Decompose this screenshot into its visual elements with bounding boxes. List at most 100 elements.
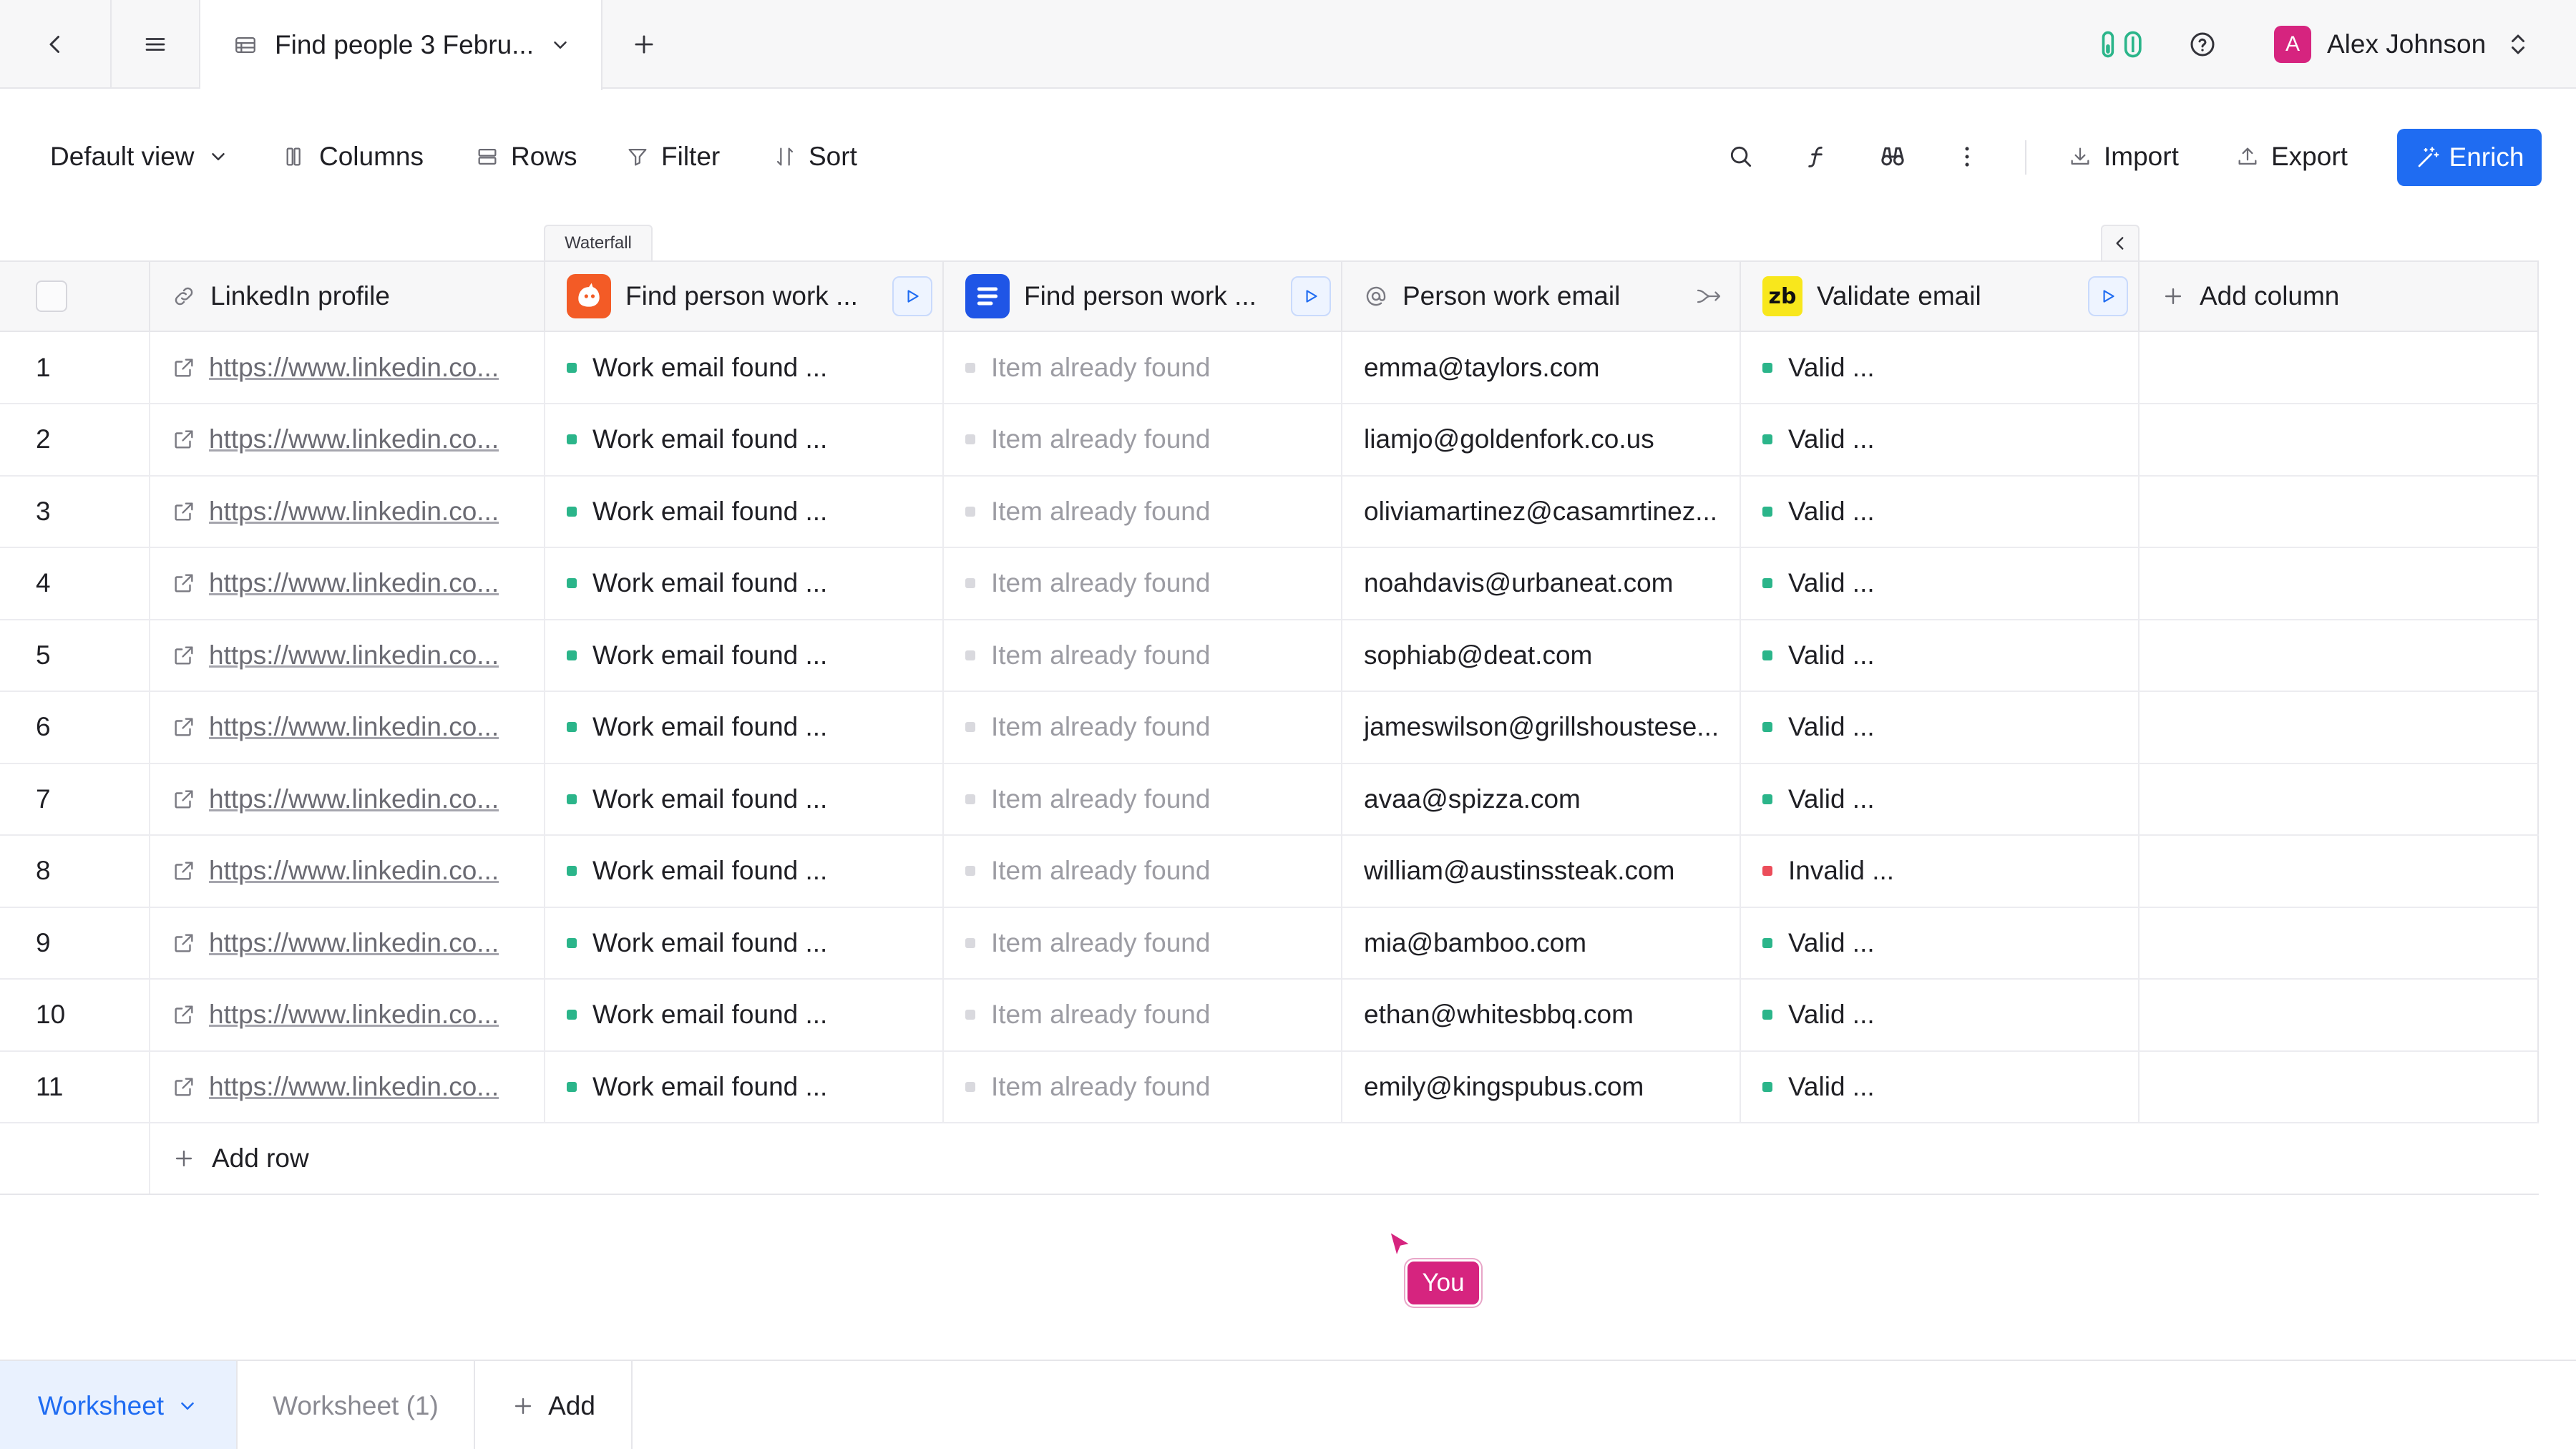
external-link-icon[interactable] [172, 715, 196, 739]
external-link-icon[interactable] [172, 1002, 196, 1027]
linkedin-cell[interactable]: https://www.linkedin.co... [150, 835, 545, 907]
table-row[interactable]: 1 https://www.linkedin.co... Work email fo… [0, 332, 2539, 404]
empty-cell[interactable] [2140, 691, 2539, 763]
find-person-1-cell[interactable]: Work email found ... [545, 332, 944, 403]
external-link-icon[interactable] [172, 787, 196, 811]
run-column-button[interactable] [892, 276, 932, 316]
table-row[interactable]: 3 https://www.linkedin.co... Work email fo… [0, 476, 2539, 548]
credits-indicator[interactable] [2097, 0, 2150, 89]
linkedin-cell[interactable]: https://www.linkedin.co... [150, 907, 545, 978]
email-cell[interactable]: emily@kingspubus.com [1342, 1051, 1741, 1122]
sort-button[interactable]: Sort [773, 126, 857, 187]
external-link-icon[interactable] [172, 643, 196, 668]
find-replace-button[interactable] [1869, 133, 1916, 180]
chevron-down-icon[interactable] [550, 34, 571, 56]
linkedin-cell[interactable]: https://www.linkedin.co... [150, 979, 545, 1050]
find-person-1-cell[interactable]: Work email found ... [545, 620, 944, 691]
table-row[interactable]: 8 https://www.linkedin.co... Work email fo… [0, 835, 2539, 908]
sheet-tab-worksheet[interactable]: Worksheet [0, 1361, 238, 1449]
validate-cell[interactable]: Valid ... [1741, 691, 2140, 763]
find-person-2-cell[interactable]: Item already found [944, 332, 1342, 403]
external-link-icon[interactable] [172, 356, 196, 380]
new-tab-button[interactable] [602, 0, 686, 89]
linkedin-link[interactable]: https://www.linkedin.co... [209, 424, 499, 454]
table-row[interactable]: 6 https://www.linkedin.co... Work email fo… [0, 691, 2539, 764]
empty-cell[interactable] [2140, 332, 2539, 403]
validate-cell[interactable]: Valid ... [1741, 763, 2140, 834]
linkedin-cell[interactable]: https://www.linkedin.co... [150, 476, 545, 547]
linkedin-cell[interactable]: https://www.linkedin.co... [150, 332, 545, 403]
find-person-1-cell[interactable]: Work email found ... [545, 1051, 944, 1122]
search-button[interactable] [1717, 133, 1765, 180]
find-person-2-cell[interactable]: Item already found [944, 547, 1342, 619]
email-cell[interactable]: sophiab@deat.com [1342, 620, 1741, 691]
rows-button[interactable]: Rows [475, 126, 577, 187]
validate-cell[interactable]: Valid ... [1741, 404, 2140, 475]
email-cell[interactable]: oliviamartinez@casamrtinez... [1342, 476, 1741, 547]
export-button[interactable]: Export [2235, 126, 2348, 187]
empty-cell[interactable] [2140, 763, 2539, 834]
sheet-tab-worksheet-1[interactable]: Worksheet (1) [238, 1361, 475, 1449]
back-button[interactable] [0, 0, 112, 89]
column-header-person-work-email[interactable]: Person work email [1342, 262, 1741, 331]
empty-cell[interactable] [2140, 547, 2539, 619]
find-person-1-cell[interactable]: Work email found ... [545, 979, 944, 1050]
linkedin-cell[interactable]: https://www.linkedin.co... [150, 404, 545, 475]
chevron-down-icon[interactable] [177, 1395, 198, 1417]
linkedin-link[interactable]: https://www.linkedin.co... [209, 568, 499, 598]
find-person-1-cell[interactable]: Work email found ... [545, 835, 944, 907]
find-person-2-cell[interactable]: Item already found [944, 1051, 1342, 1122]
linkedin-cell[interactable]: https://www.linkedin.co... [150, 1051, 545, 1122]
empty-cell[interactable] [2140, 907, 2539, 978]
email-cell[interactable]: liamjo@goldenfork.co.us [1342, 404, 1741, 475]
external-link-icon[interactable] [172, 499, 196, 524]
linkedin-link[interactable]: https://www.linkedin.co... [209, 712, 499, 742]
linkedin-link[interactable]: https://www.linkedin.co... [209, 856, 499, 886]
linkedin-link[interactable]: https://www.linkedin.co... [209, 353, 499, 383]
add-row-button[interactable]: Add row [172, 1123, 309, 1194]
find-person-2-cell[interactable]: Item already found [944, 620, 1342, 691]
find-person-2-cell[interactable]: Item already found [944, 691, 1342, 763]
formula-button[interactable] [1793, 133, 1840, 180]
column-header-find-person-2[interactable]: Find person work ... [944, 262, 1342, 331]
empty-cell[interactable] [2140, 404, 2539, 475]
email-cell[interactable]: noahdavis@urbaneat.com [1342, 547, 1741, 619]
linkedin-link[interactable]: https://www.linkedin.co... [209, 784, 499, 814]
validate-cell[interactable]: Invalid ... [1741, 835, 2140, 907]
validate-cell[interactable]: Valid ... [1741, 620, 2140, 691]
import-button[interactable]: Import [2068, 126, 2179, 187]
linkedin-cell[interactable]: https://www.linkedin.co... [150, 763, 545, 834]
find-person-1-cell[interactable]: Work email found ... [545, 476, 944, 547]
help-button[interactable] [2188, 0, 2217, 89]
menu-button[interactable] [112, 0, 200, 89]
validate-cell[interactable]: Valid ... [1741, 476, 2140, 547]
run-column-button[interactable] [1291, 276, 1331, 316]
find-person-2-cell[interactable]: Item already found [944, 404, 1342, 475]
table-row[interactable]: 7 https://www.linkedin.co... Work email fo… [0, 763, 2539, 836]
table-row[interactable]: 5 https://www.linkedin.co... Work email fo… [0, 620, 2539, 692]
user-menu[interactable]: A Alex Johnson [2274, 0, 2529, 89]
table-row[interactable]: 4 https://www.linkedin.co... Work email fo… [0, 547, 2539, 620]
linkedin-link[interactable]: https://www.linkedin.co... [209, 1072, 499, 1102]
empty-cell[interactable] [2140, 835, 2539, 907]
column-header-find-person-1[interactable]: Find person work ... [545, 262, 944, 331]
external-link-icon[interactable] [172, 1075, 196, 1099]
table-row[interactable]: 11 https://www.linkedin.co... Work email f… [0, 1051, 2539, 1123]
linkedin-link[interactable]: https://www.linkedin.co... [209, 497, 499, 527]
email-cell[interactable]: william@austinssteak.com [1342, 835, 1741, 907]
column-header-validate-email[interactable]: zb Validate email [1741, 262, 2140, 331]
tab-find-people[interactable]: Find people 3 Febru... [200, 0, 602, 90]
table-row[interactable]: 10 https://www.linkedin.co... Work email f… [0, 979, 2539, 1052]
find-person-2-cell[interactable]: Item already found [944, 763, 1342, 834]
linkedin-cell[interactable]: https://www.linkedin.co... [150, 620, 545, 691]
find-person-1-cell[interactable]: Work email found ... [545, 907, 944, 978]
external-link-icon[interactable] [172, 859, 196, 883]
linkedin-link[interactable]: https://www.linkedin.co... [209, 928, 499, 958]
validate-cell[interactable]: Valid ... [1741, 979, 2140, 1050]
find-person-1-cell[interactable]: Work email found ... [545, 691, 944, 763]
find-person-2-cell[interactable]: Item already found [944, 835, 1342, 907]
email-cell[interactable]: ethan@whitesbbq.com [1342, 979, 1741, 1050]
validate-cell[interactable]: Valid ... [1741, 1051, 2140, 1122]
validate-cell[interactable]: Valid ... [1741, 547, 2140, 619]
external-link-icon[interactable] [172, 427, 196, 452]
